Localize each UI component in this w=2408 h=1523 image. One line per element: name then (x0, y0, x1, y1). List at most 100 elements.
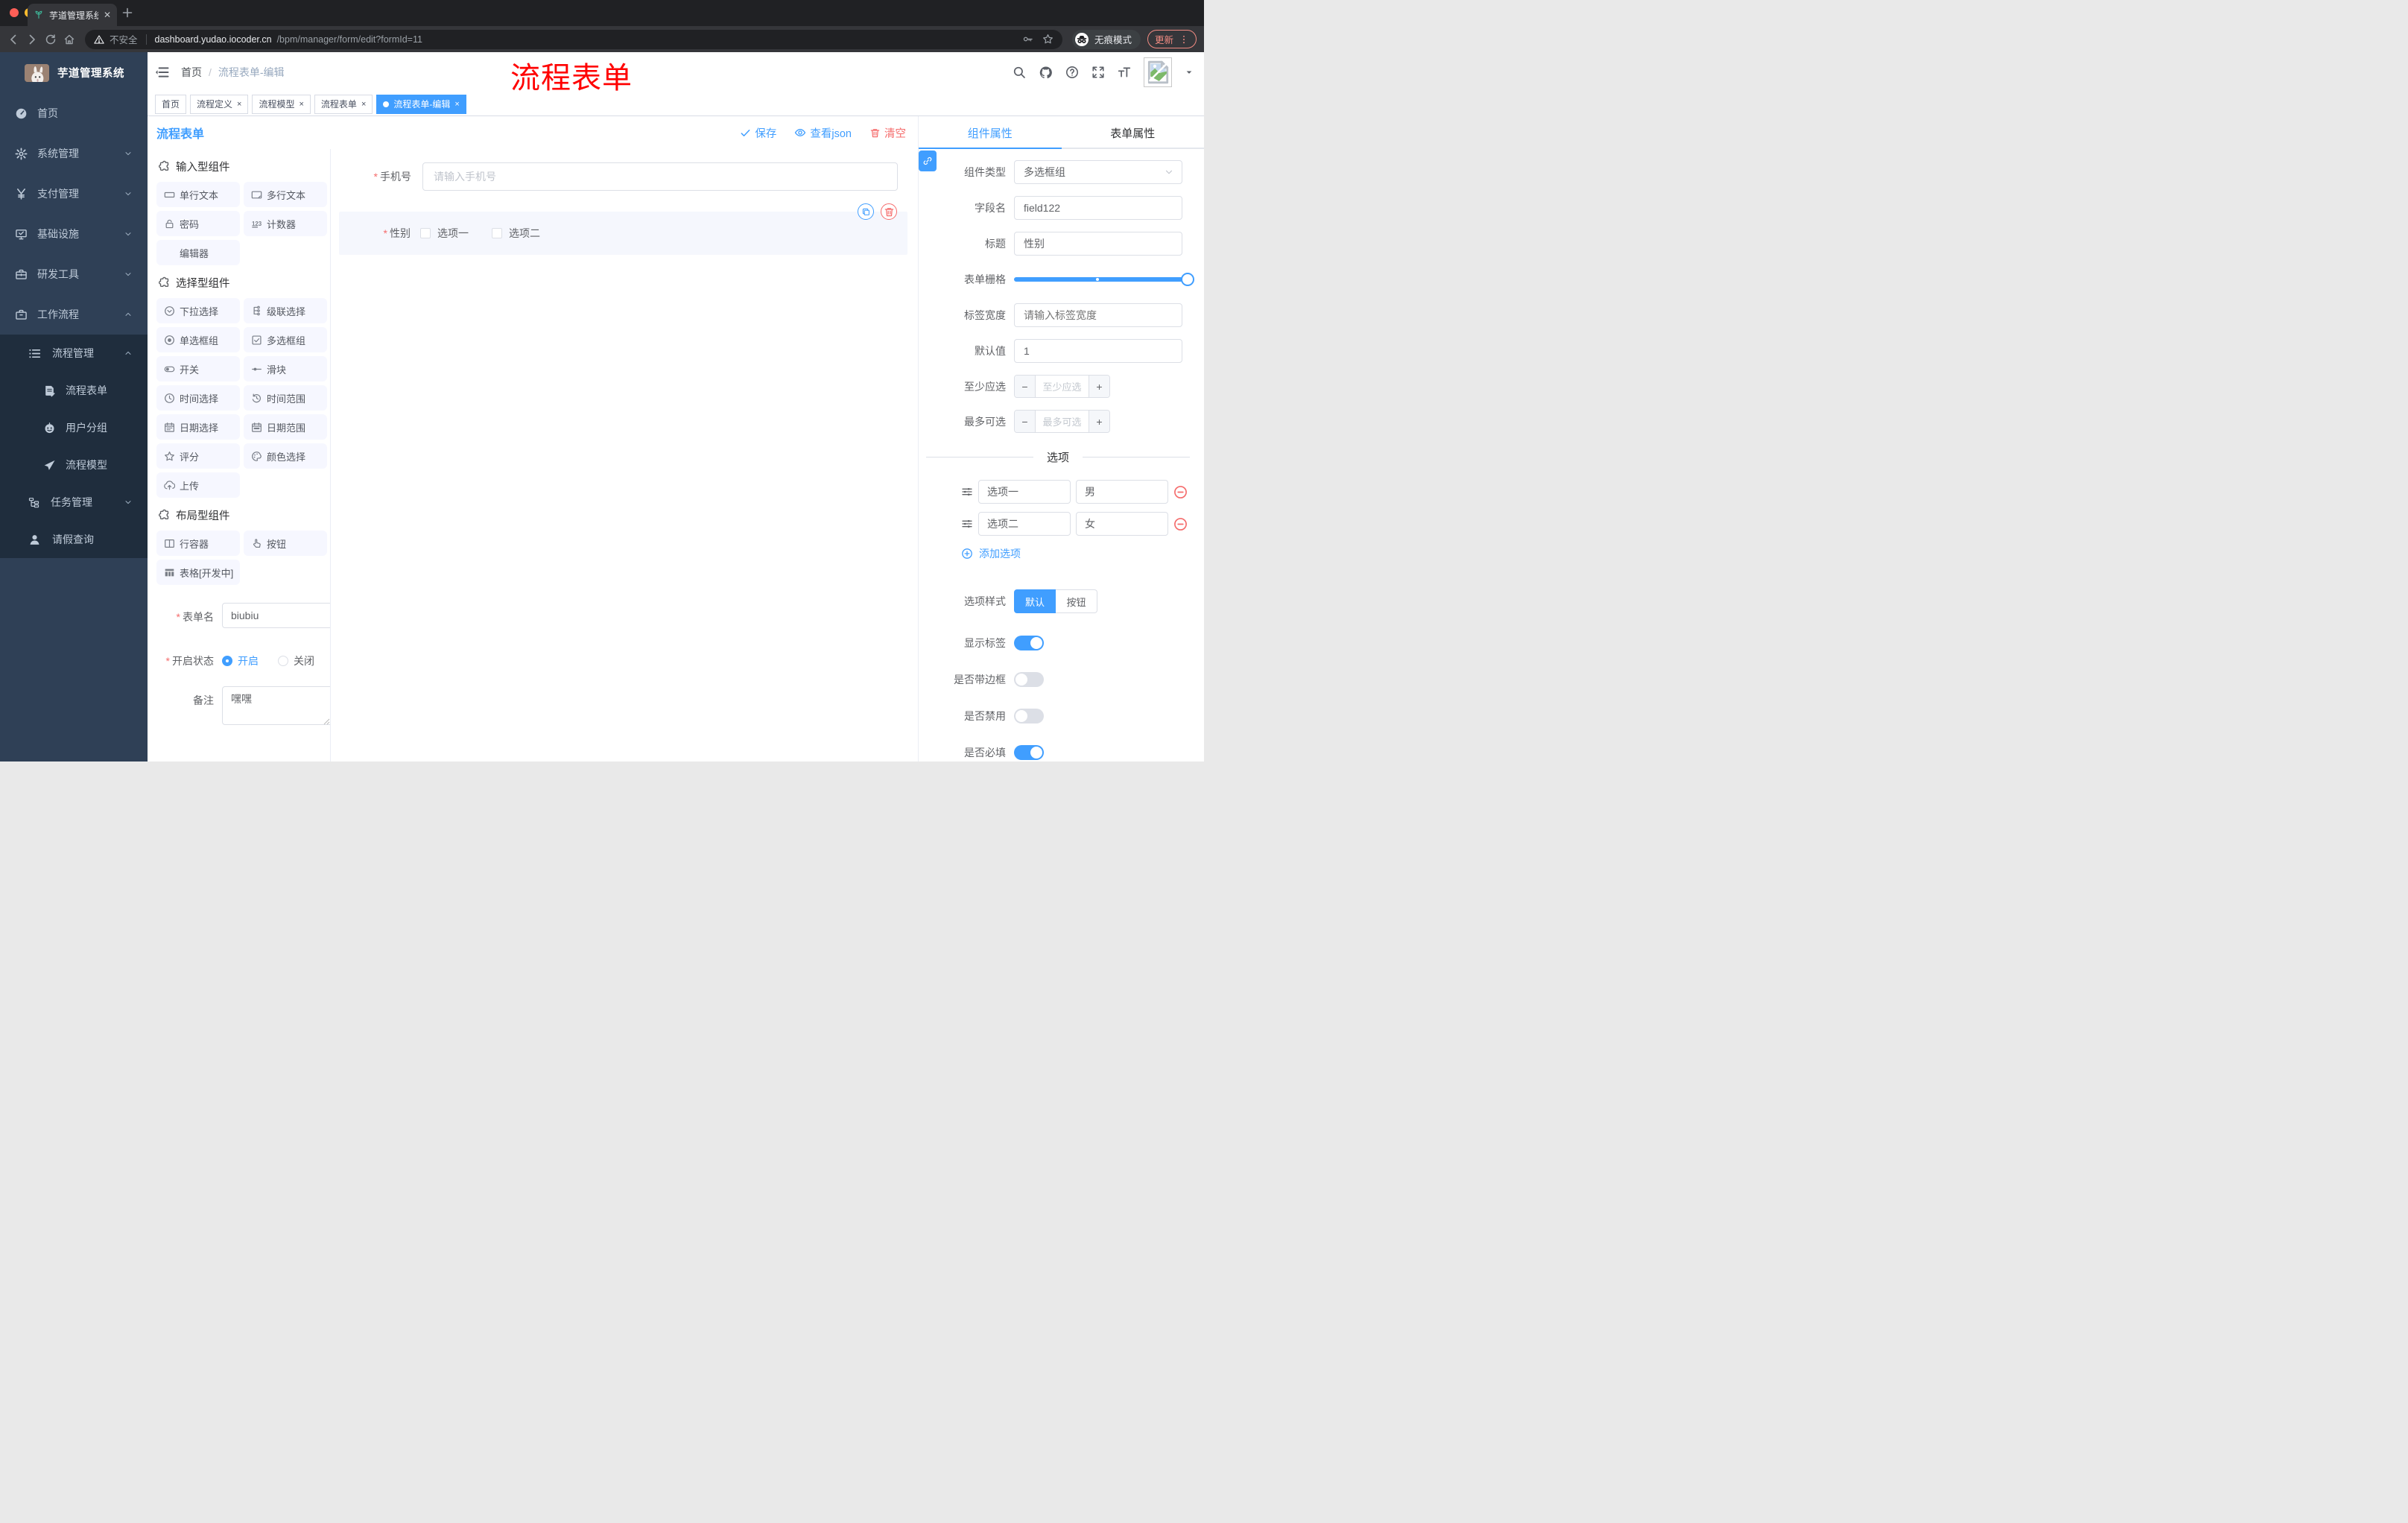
avatar[interactable] (1144, 57, 1172, 87)
remark-textarea[interactable]: 嘿嘿 (222, 686, 330, 725)
component-item-1-7[interactable]: 时间范围 (244, 385, 327, 411)
status-on-radio[interactable]: 开启 (222, 653, 259, 668)
component-item-1-2[interactable]: 单选框组 (156, 327, 240, 352)
gender-option-0[interactable]: 选项一 (420, 226, 469, 241)
sidebar-item-11[interactable]: 请假查询 (0, 521, 148, 558)
clear-button[interactable]: 清空 (869, 125, 906, 141)
sidebar-item-1[interactable]: 系统管理 (0, 133, 148, 174)
component-item-2-0[interactable]: 行容器 (156, 531, 240, 556)
plus-button[interactable]: + (1089, 411, 1109, 432)
component-item-0-3[interactable]: 123 计数器 (244, 211, 327, 236)
page-tab-0[interactable]: 首页 (155, 94, 187, 114)
delete-widget-button[interactable] (881, 203, 897, 220)
breadcrumb-home[interactable]: 首页 (181, 65, 202, 80)
component-item-1-9[interactable]: 日期范围 (244, 414, 327, 440)
key-icon[interactable] (1022, 34, 1033, 45)
security-label[interactable]: 不安全 (110, 32, 138, 46)
component-item-1-10[interactable]: 评分 (156, 443, 240, 469)
component-item-1-0[interactable]: 下拉选择 (156, 298, 240, 323)
toggle-1[interactable] (1014, 672, 1044, 687)
bookmark-star-icon[interactable] (1042, 34, 1054, 45)
tab-form-props[interactable]: 表单属性 (1062, 116, 1205, 149)
max-stepper-placeholder[interactable]: 最多可选 (1036, 411, 1089, 432)
checkbox-icon[interactable] (420, 228, 431, 238)
back-icon[interactable] (7, 34, 19, 45)
browser-update-menu-button[interactable]: 更新 (1147, 30, 1197, 48)
sidebar-item-3[interactable]: 基础设施 (0, 214, 148, 254)
style-default-button[interactable]: 默认 (1014, 589, 1056, 613)
browser-tab[interactable]: 芋道管理系统 ✕ (28, 4, 117, 26)
option-label-input[interactable] (978, 512, 1071, 536)
close-tab-icon[interactable]: ✕ (104, 10, 111, 20)
component-item-1-3[interactable]: 多选框组 (244, 327, 327, 352)
minus-button[interactable]: − (1015, 376, 1036, 397)
chevron-down-icon[interactable] (1185, 68, 1194, 77)
component-item-2-2[interactable]: 表格[开发中] (156, 560, 240, 585)
min-stepper-placeholder[interactable]: 至少应选 (1036, 376, 1089, 397)
fullscreen-icon[interactable] (1091, 66, 1105, 79)
component-item-0-1[interactable]: 多行文本 (244, 182, 327, 207)
font-size-icon[interactable] (1118, 66, 1131, 79)
component-item-0-0[interactable]: 单行文本 (156, 182, 240, 207)
field-name-input[interactable] (1014, 196, 1182, 220)
github-icon[interactable] (1039, 66, 1053, 80)
sidebar-item-7[interactable]: 流程表单 (0, 372, 148, 409)
canvas-field-gender-selected[interactable]: * 性别 选项一 选项二 (339, 203, 907, 255)
plus-button[interactable]: + (1089, 376, 1109, 397)
close-tab-icon[interactable]: × (237, 100, 241, 109)
form-grid-slider[interactable] (1014, 267, 1194, 291)
option-value-input[interactable] (1076, 480, 1168, 504)
tab-component-props[interactable]: 组件属性 (919, 116, 1062, 149)
component-item-1-11[interactable]: 颜色选择 (244, 443, 327, 469)
sidebar-item-10[interactable]: 任务管理 (0, 484, 148, 521)
remove-option-icon[interactable] (1173, 485, 1188, 499)
form-name-input[interactable] (222, 603, 330, 628)
close-tab-icon[interactable]: × (299, 100, 303, 109)
component-item-0-4[interactable]: 编辑器 (156, 240, 240, 265)
style-button-button[interactable]: 按钮 (1056, 589, 1097, 613)
sidebar-item-9[interactable]: 流程模型 (0, 446, 148, 484)
canvas-field-phone[interactable]: * 手机号 (331, 162, 898, 191)
component-item-2-1[interactable]: 按钮 (244, 531, 327, 556)
home-icon[interactable] (63, 34, 75, 45)
component-item-1-12[interactable]: 上传 (156, 472, 240, 498)
help-icon[interactable] (1065, 66, 1079, 79)
view-json-button[interactable]: 查看json (794, 125, 852, 141)
sidebar-item-0[interactable]: 首页 (0, 93, 148, 133)
forward-icon[interactable] (26, 34, 38, 45)
link-icon[interactable] (919, 151, 937, 171)
drag-option-icon[interactable] (961, 486, 973, 498)
add-option-button[interactable]: 添加选项 (961, 546, 1190, 561)
option-value-input[interactable] (1076, 512, 1168, 536)
duplicate-widget-button[interactable] (858, 203, 874, 220)
toggle-0[interactable] (1014, 636, 1044, 650)
component-item-1-1[interactable]: 级联选择 (244, 298, 327, 323)
page-tab-4[interactable]: 流程表单-编辑 × (376, 94, 466, 114)
default-value-input[interactable] (1014, 339, 1182, 363)
sidebar-item-8[interactable]: 用户分组 (0, 409, 148, 446)
drag-option-icon[interactable] (961, 518, 973, 530)
sidebar-item-2[interactable]: 支付管理 (0, 174, 148, 214)
label-width-input[interactable] (1014, 303, 1182, 327)
reload-icon[interactable] (45, 34, 57, 45)
gender-option-1[interactable]: 选项二 (492, 226, 540, 241)
close-tab-icon[interactable]: × (361, 100, 366, 109)
component-type-select[interactable]: 多选框组 (1014, 160, 1182, 184)
toggle-3[interactable] (1014, 745, 1044, 760)
remove-option-icon[interactable] (1173, 517, 1188, 531)
sidebar-item-6[interactable]: 流程管理 (0, 335, 148, 372)
phone-input[interactable] (422, 162, 898, 191)
option-label-input[interactable] (978, 480, 1071, 504)
sidebar-item-5[interactable]: 工作流程 (0, 294, 148, 335)
close-window-button[interactable] (10, 8, 19, 17)
title-input[interactable] (1014, 232, 1182, 256)
component-item-1-4[interactable]: 开关 (156, 356, 240, 381)
new-tab-button[interactable] (121, 7, 133, 19)
component-item-0-2[interactable]: 密码 (156, 211, 240, 236)
page-tab-2[interactable]: 流程模型 × (252, 94, 311, 114)
component-item-1-8[interactable]: 日期选择 (156, 414, 240, 440)
page-tab-3[interactable]: 流程表单 × (314, 94, 373, 114)
slider-handle[interactable] (1181, 273, 1194, 286)
sidebar-item-4[interactable]: 研发工具 (0, 254, 148, 294)
checkbox-icon[interactable] (492, 228, 502, 238)
